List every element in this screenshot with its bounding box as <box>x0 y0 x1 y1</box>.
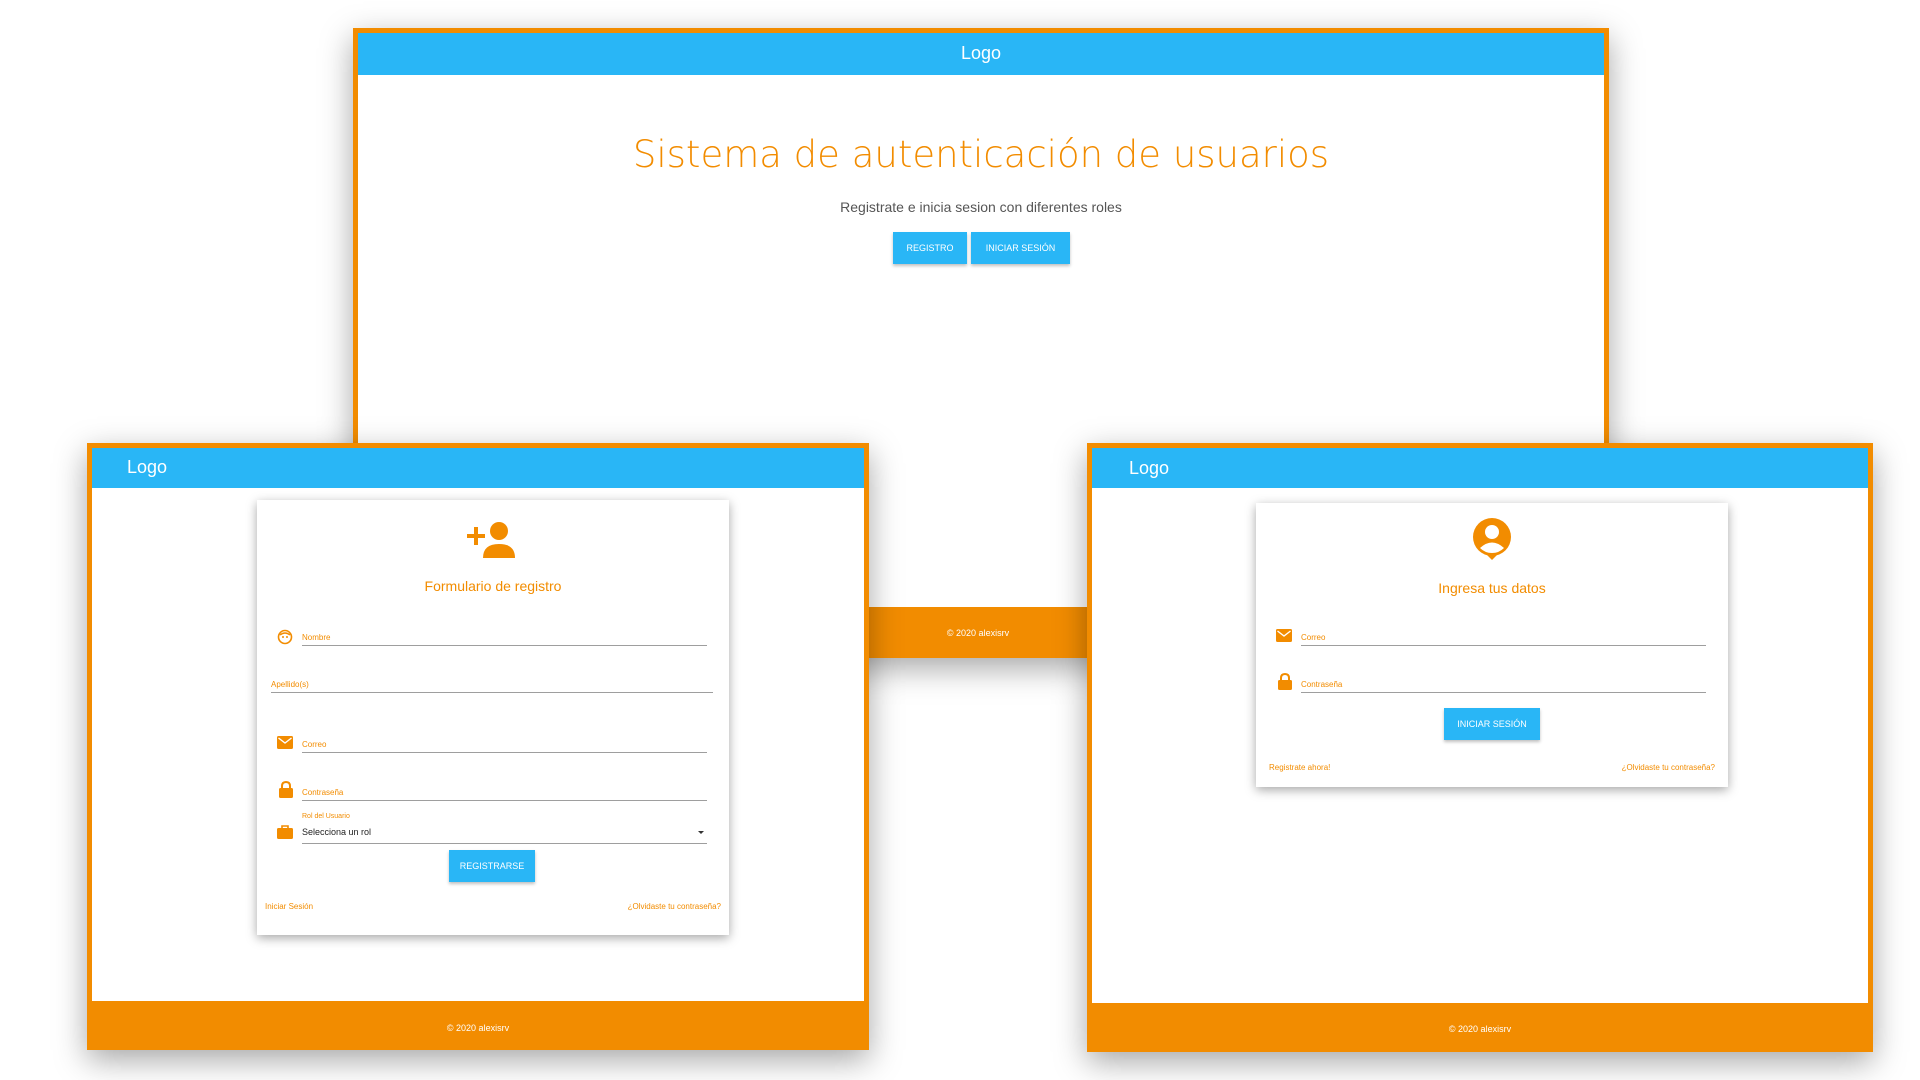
login-window: Logo Ingresa tus datos Correo Contraseña… <box>1087 443 1873 1052</box>
apellido-field-label: Apellido(s) <box>271 680 309 689</box>
person-add-icon <box>467 522 515 558</box>
login-logo[interactable]: Logo <box>1129 458 1169 479</box>
correo-field-label: Correo <box>1301 633 1326 642</box>
contrasena-field-label: Contraseña <box>302 788 344 797</box>
account-circle-icon <box>1473 518 1511 560</box>
register-title: Formulario de registro <box>424 578 562 594</box>
correo-field[interactable] <box>1301 645 1706 646</box>
home-title: Sistema de autenticación de usuarios <box>632 133 1330 176</box>
nombre-field[interactable] <box>302 645 707 646</box>
chevron-down-icon <box>698 831 704 834</box>
contrasena-field[interactable] <box>302 800 707 801</box>
iniciar-sesion-button[interactable]: INICIAR SESIÓN <box>971 232 1070 264</box>
home-top-bar: Logo <box>358 33 1604 75</box>
home-footer-text: © 2020 alexisrv <box>946 628 1010 638</box>
lock-icon <box>279 781 293 798</box>
face-icon <box>277 629 293 645</box>
mail-icon <box>1276 629 1292 642</box>
iniciar-sesion-link[interactable]: Iniciar Sesión <box>265 902 313 911</box>
register-window: Logo Formulario de registro Nombre Apell… <box>87 443 869 1050</box>
registro-button[interactable]: REGISTRO <box>893 232 967 264</box>
register-card: Formulario de registro Nombre Apellido(s… <box>257 500 729 935</box>
nombre-field-label: Nombre <box>302 633 331 642</box>
correo-field-label: Correo <box>302 740 327 749</box>
register-footer: © 2020 alexisrv <box>92 1001 864 1045</box>
rol-select-value: Selecciona un rol <box>302 827 372 837</box>
rol-select[interactable]: Selecciona un rol <box>302 823 707 844</box>
home-subtitle: Registrate e inicia sesion con diferente… <box>840 199 1122 215</box>
lock-icon <box>1278 673 1292 690</box>
home-logo[interactable]: Logo <box>358 43 1604 64</box>
register-logo[interactable]: Logo <box>127 457 167 478</box>
register-top-bar: Logo <box>92 448 864 488</box>
contrasena-field-label: Contraseña <box>1301 680 1343 689</box>
home-footer: © 2020 alexisrv <box>868 607 1088 653</box>
login-card: Ingresa tus datos Correo Contraseña INIC… <box>1256 503 1728 787</box>
mail-icon <box>277 736 293 749</box>
rol-field-label: Rol del Usuario <box>302 813 350 820</box>
forgot-password-link[interactable]: ¿Olvidaste tu contraseña? <box>1622 763 1715 772</box>
login-top-bar: Logo <box>1092 448 1868 488</box>
apellido-field[interactable] <box>271 692 713 693</box>
registrarse-button[interactable]: REGISTRARSE <box>449 850 535 882</box>
login-footer-text: © 2020 alexisrv <box>1448 1024 1512 1034</box>
registrate-ahora-link[interactable]: Registrate ahora! <box>1269 763 1330 772</box>
register-footer-text: © 2020 alexisrv <box>446 1023 510 1033</box>
login-footer: © 2020 alexisrv <box>1092 1003 1868 1047</box>
briefcase-icon <box>277 825 293 839</box>
login-title: Ingresa tus datos <box>1438 580 1546 596</box>
correo-field[interactable] <box>302 752 707 753</box>
forgot-password-link[interactable]: ¿Olvidaste tu contraseña? <box>628 902 721 911</box>
iniciar-sesion-submit-button[interactable]: INICIAR SESIÓN <box>1444 708 1540 740</box>
contrasena-field[interactable] <box>1301 692 1706 693</box>
